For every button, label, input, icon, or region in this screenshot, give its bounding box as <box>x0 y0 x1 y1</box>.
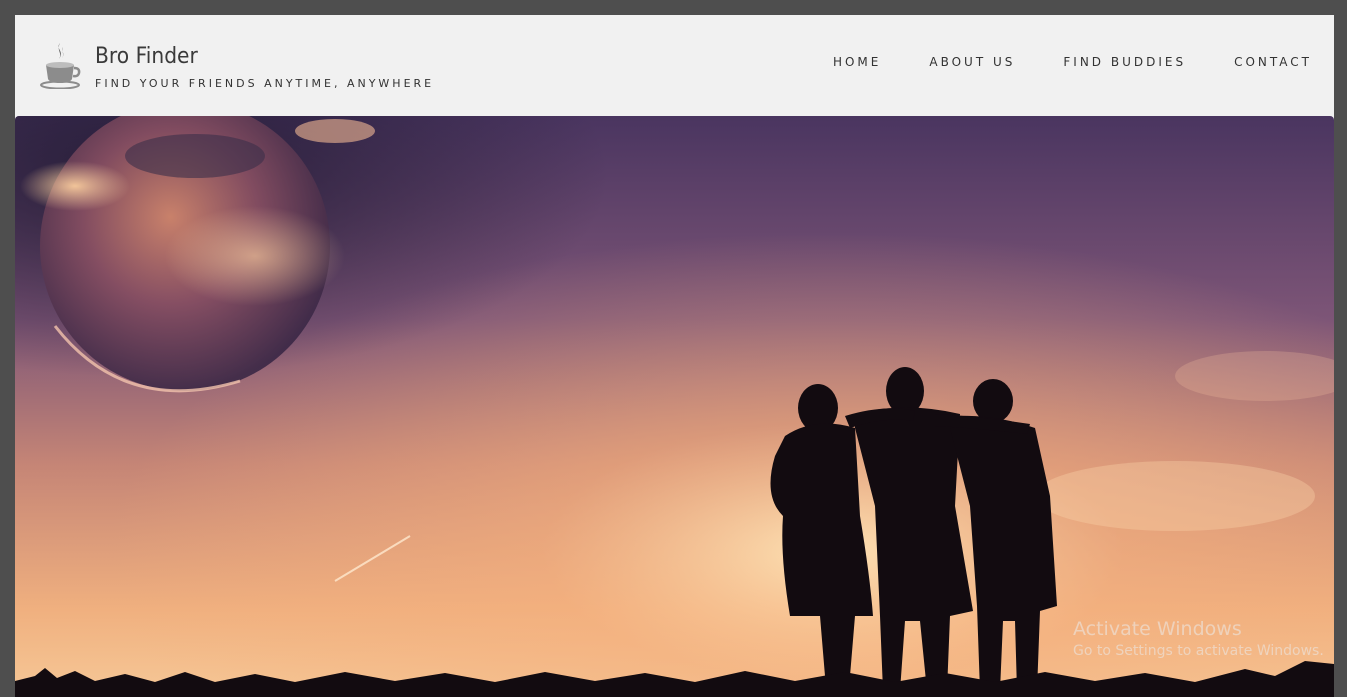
site-header: Bro Finder FIND YOUR FRIENDS ANYTIME, AN… <box>15 15 1334 115</box>
page-frame: Bro Finder FIND YOUR FRIENDS ANYTIME, AN… <box>15 15 1334 697</box>
site-tagline: FIND YOUR FRIENDS ANYTIME, ANYWHERE <box>95 77 435 90</box>
nav-contact[interactable]: CONTACT <box>1234 55 1312 69</box>
watermark-subtitle: Go to Settings to activate Windows. <box>1073 643 1324 659</box>
nav-find-buddies[interactable]: FIND BUDDIES <box>1063 55 1186 69</box>
activate-windows-watermark: Activate Windows Go to Settings to activ… <box>1073 618 1324 659</box>
hero-image <box>15 116 1334 697</box>
coffee-cup-icon[interactable] <box>39 41 81 90</box>
site-title[interactable]: Bro Finder <box>95 44 198 69</box>
nav-home[interactable]: HOME <box>833 55 881 69</box>
watermark-title: Activate Windows <box>1073 618 1242 640</box>
main-nav: HOME ABOUT US FIND BUDDIES CONTACT <box>833 55 1312 69</box>
nav-about-us[interactable]: ABOUT US <box>929 55 1015 69</box>
